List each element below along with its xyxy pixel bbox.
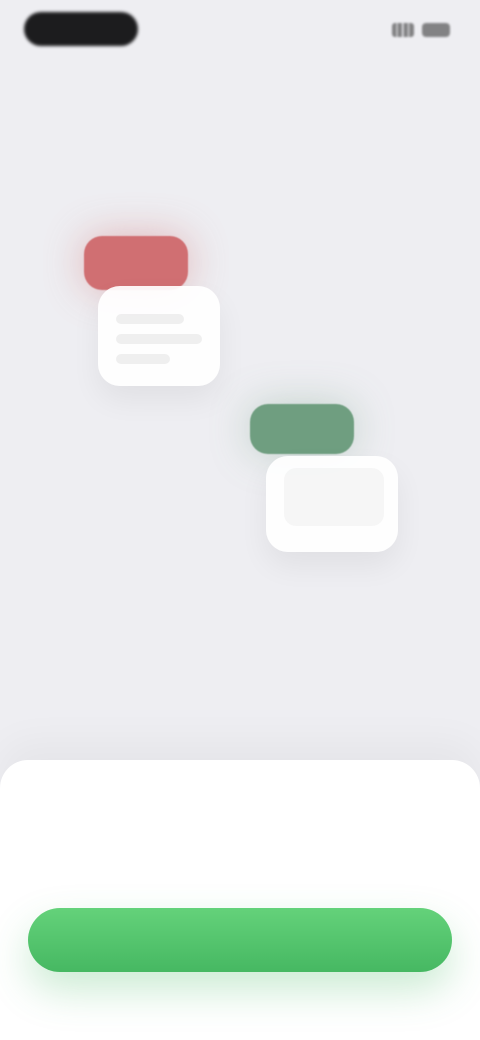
left-illustration-card: [98, 286, 220, 386]
right-illustration-card: [266, 456, 398, 552]
placeholder-line: [116, 334, 202, 344]
bottom-sheet: [0, 760, 480, 1040]
placeholder-line: [116, 354, 170, 364]
card-inner-placeholder: [284, 468, 384, 526]
status-icons: [392, 18, 450, 42]
red-badge: [84, 236, 188, 290]
primary-button[interactable]: [28, 908, 452, 972]
green-badge: [250, 404, 354, 454]
placeholder-line: [116, 314, 184, 324]
status-time-pill: [24, 12, 138, 46]
signal-icon: [392, 23, 414, 37]
battery-icon: [422, 23, 450, 37]
status-bar: [0, 0, 480, 64]
